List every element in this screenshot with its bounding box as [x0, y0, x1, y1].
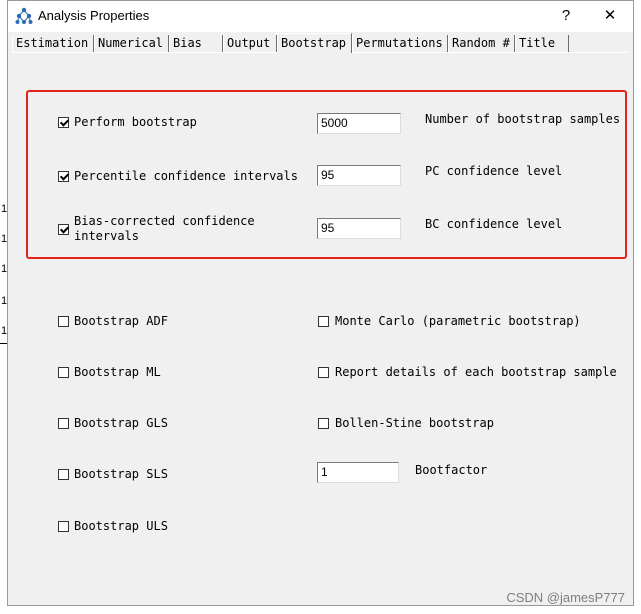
tab-title[interactable]: Title [515, 35, 569, 52]
bootstrap-ml-checkbox[interactable] [58, 367, 69, 378]
bc-confidence-field[interactable]: 95 [317, 218, 401, 239]
window-title: Analysis Properties [38, 8, 150, 23]
bootstrap-sls-label[interactable]: Bootstrap SLS [74, 467, 168, 481]
background-fragment [0, 343, 7, 344]
tab-estimation[interactable]: Estimation [12, 35, 94, 52]
bootstrap-sls-checkbox[interactable] [58, 469, 69, 480]
monte-carlo-label[interactable]: Monte Carlo (parametric bootstrap) [335, 314, 581, 328]
network-app-icon [15, 7, 33, 24]
bootstrap-ml-label[interactable]: Bootstrap ML [74, 365, 161, 379]
tab-bias[interactable]: Bias [169, 35, 223, 52]
watermark: CSDN @jamesP777 [506, 590, 625, 605]
tab-bootstrap[interactable]: Bootstrap [277, 33, 352, 53]
title-bar[interactable]: Analysis Properties ? ✕ [8, 1, 633, 32]
bootfactor-label: Bootfactor [415, 463, 488, 477]
bootstrap-samples-label: Number of bootstrap samples [425, 112, 621, 126]
bootstrap-adf-checkbox[interactable] [58, 316, 69, 327]
bootfactor-field[interactable]: 1 [317, 462, 399, 483]
bias-corrected-ci-checkbox[interactable] [58, 224, 69, 235]
bootstrap-adf-label[interactable]: Bootstrap ADF [74, 314, 168, 328]
percentile-ci-checkbox[interactable] [58, 171, 69, 182]
bollen-stine-label[interactable]: Bollen-Stine bootstrap [335, 416, 494, 430]
bootstrap-uls-checkbox[interactable] [58, 521, 69, 532]
report-details-checkbox[interactable] [318, 367, 329, 378]
pc-confidence-label: PC confidence level [425, 164, 563, 178]
report-details-label[interactable]: Report details of each bootstrap sample [335, 365, 617, 379]
perform-bootstrap-checkbox[interactable] [58, 117, 69, 128]
bc-confidence-label: BC confidence level [425, 217, 563, 231]
help-button[interactable]: ? [552, 5, 580, 27]
tab-strip: Estimation Numerical Bias Output Bootstr… [12, 33, 628, 53]
bootstrap-gls-label[interactable]: Bootstrap GLS [74, 416, 168, 430]
bootstrap-gls-checkbox[interactable] [58, 418, 69, 429]
tab-random[interactable]: Random # [448, 35, 515, 52]
perform-bootstrap-label[interactable]: Perform bootstrap [74, 115, 197, 129]
tab-numerical[interactable]: Numerical [94, 35, 169, 52]
monte-carlo-checkbox[interactable] [318, 316, 329, 327]
pc-confidence-field[interactable]: 95 [317, 165, 401, 186]
close-button[interactable]: ✕ [596, 5, 624, 27]
bollen-stine-checkbox[interactable] [318, 418, 329, 429]
tab-output[interactable]: Output [223, 35, 277, 52]
tab-permutations[interactable]: Permutations [352, 35, 448, 52]
analysis-properties-dialog: Analysis Properties ? ✕ Estimation Numer… [7, 0, 634, 606]
bootstrap-samples-field[interactable]: 5000 [317, 113, 401, 134]
bootstrap-uls-label[interactable]: Bootstrap ULS [74, 519, 168, 533]
bias-corrected-ci-label[interactable]: Bias-corrected confidence intervals [74, 214, 264, 244]
percentile-ci-label[interactable]: Percentile confidence intervals [74, 169, 298, 183]
